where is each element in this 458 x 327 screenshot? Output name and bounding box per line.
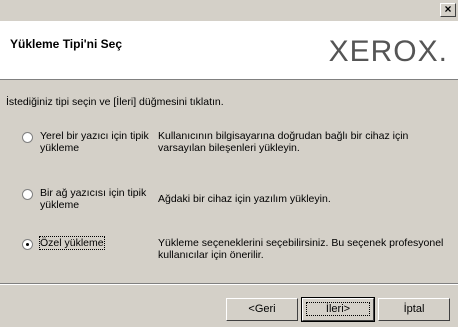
option-desc-custom: Yükleme seçeneklerini seçebilirsiniz. Bu… [158, 237, 444, 261]
footer-divider [0, 283, 458, 285]
page-title: Yükleme Tipi'ni Seç [10, 37, 123, 51]
close-button[interactable]: × [440, 3, 456, 17]
option-label-custom-text: Özel yükleme [39, 236, 105, 250]
option-label-custom[interactable]: Özel yükleme [39, 236, 150, 250]
option-label-local[interactable]: Yerel bir yazıcı için tipik yükleme [40, 130, 150, 154]
radio-network-printer[interactable] [22, 189, 33, 200]
option-label-network[interactable]: Bir ağ yazıcısı için tipik yükleme [40, 187, 150, 211]
option-desc-local: Kullanıcının bilgisayarına doğrudan bağl… [158, 130, 409, 154]
back-button[interactable]: <Geri [226, 298, 298, 321]
next-button-label: İleri> [303, 299, 373, 319]
option-desc-network: Ağdaki bir cihaz için yazılım yükleyin. [158, 193, 331, 205]
next-button[interactable]: İleri> [301, 297, 375, 322]
xerox-logo: XEROX. [328, 35, 448, 68]
radio-custom[interactable] [22, 239, 33, 250]
content-panel: İstediğiniz tipi seçin ve [İleri] düğmes… [0, 80, 458, 280]
title-bar: × [0, 0, 458, 21]
instruction-text: İstediğiniz tipi seçin ve [İleri] düğmes… [6, 96, 224, 108]
header-panel: Yükleme Tipi'ni Seç XEROX. [0, 21, 458, 80]
installer-window: × Yükleme Tipi'ni Seç XEROX. İstediğiniz… [0, 0, 458, 327]
cancel-button[interactable]: İptal [378, 298, 450, 321]
radio-local-printer[interactable] [22, 132, 33, 143]
